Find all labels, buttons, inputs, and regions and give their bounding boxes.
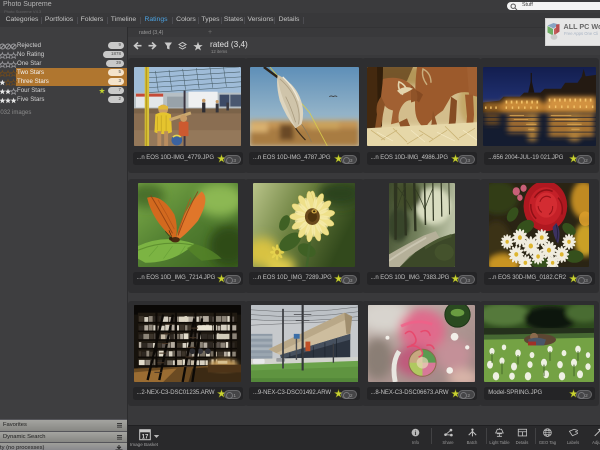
svg-text:17: 17 — [142, 434, 149, 440]
